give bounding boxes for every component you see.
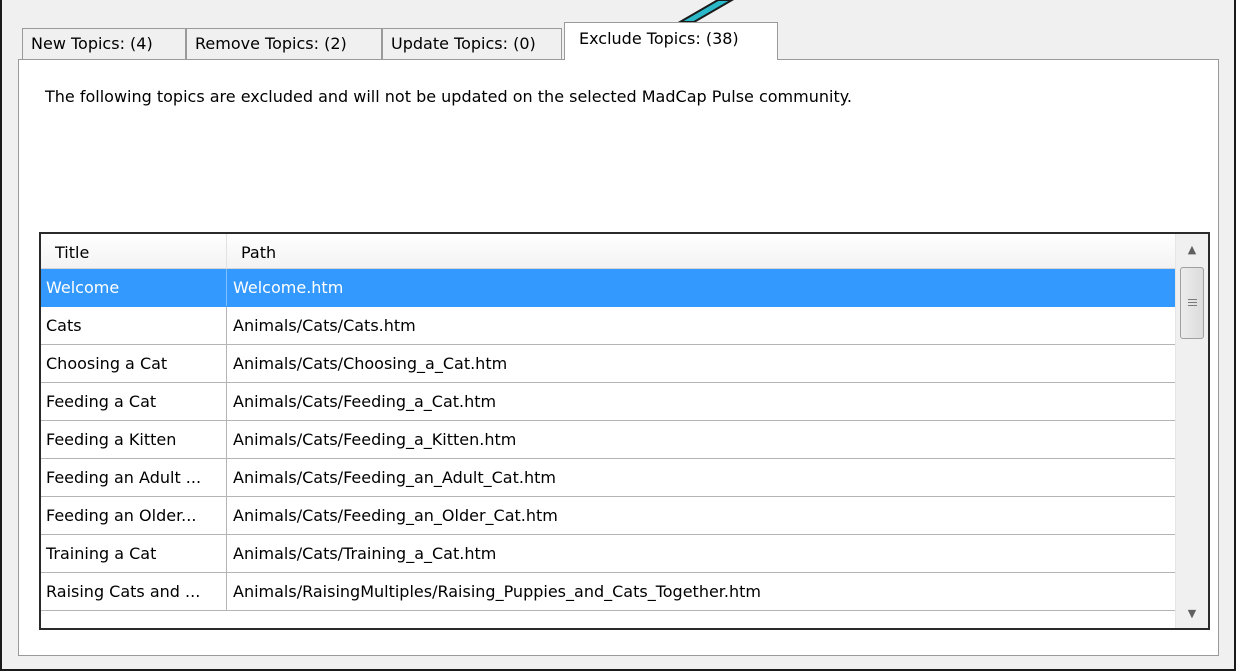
table-row[interactable]: Feeding an Adult ... Animals/Cats/Feedin… [41,459,1175,497]
row-title: Raising Cats and ... [41,573,227,610]
table-row[interactable]: Training a Cat Animals/Cats/Training_a_C… [41,535,1175,573]
table-row[interactable]: Feeding a Cat Animals/Cats/Feeding_a_Cat… [41,383,1175,421]
table-row[interactable]: Welcome Welcome.htm [41,269,1175,307]
row-path: Animals/Cats/Feeding_an_Adult_Cat.htm [233,468,556,487]
tab-remove-topics[interactable]: Remove Topics: (2) [186,28,382,59]
row-title: Training a Cat [41,535,227,572]
topics-list[interactable]: Title Path Welcome Welcome.htm Cats Anim… [39,232,1210,630]
list-header: Title Path [41,234,1175,269]
table-row[interactable]: Feeding a Kitten Animals/Cats/Feeding_a_… [41,421,1175,459]
column-header-path[interactable]: Path [227,234,1175,268]
vertical-scrollbar[interactable]: ▲ ▼ [1175,234,1208,628]
grip-icon [1187,299,1197,307]
row-path: Animals/Cats/Choosing_a_Cat.htm [233,354,508,373]
tab-new-topics[interactable]: New Topics: (4) [22,28,186,59]
table-row[interactable]: Raising Cats and ... Animals/RaisingMult… [41,573,1175,611]
column-header-title[interactable]: Title [41,234,227,268]
row-title: Welcome [41,269,227,306]
scrollbar-thumb[interactable] [1180,267,1204,339]
scroll-up-arrow-icon[interactable]: ▲ [1176,234,1208,264]
row-title: Feeding a Cat [41,383,227,420]
row-path: Animals/Cats/Feeding_a_Kitten.htm [233,430,517,449]
row-title: Choosing a Cat [41,345,227,382]
row-title: Feeding a Kitten [41,421,227,458]
table-row[interactable]: Choosing a Cat Animals/Cats/Choosing_a_C… [41,345,1175,383]
table-row[interactable]: Feeding an Older... Animals/Cats/Feeding… [41,497,1175,535]
row-title: Feeding an Older... [41,497,227,534]
row-title: Feeding an Adult ... [41,459,227,496]
tab-exclude-topics[interactable]: Exclude Topics: (38) [564,22,778,60]
row-path: Animals/Cats/Feeding_a_Cat.htm [233,392,497,411]
panel-description: The following topics are excluded and wi… [45,87,852,106]
row-path: Animals/RaisingMultiples/Raising_Puppies… [233,582,761,601]
row-path: Animals/Cats/Feeding_an_Older_Cat.htm [233,506,558,525]
row-title: Cats [41,307,227,344]
row-path: Animals/Cats/Cats.htm [233,316,416,335]
row-path: Animals/Cats/Training_a_Cat.htm [233,544,497,563]
scroll-down-arrow-icon[interactable]: ▼ [1176,598,1208,628]
table-row[interactable]: Cats Animals/Cats/Cats.htm [41,307,1175,345]
tab-update-topics[interactable]: Update Topics: (0) [382,28,562,59]
list-rows: Welcome Welcome.htm Cats Animals/Cats/Ca… [41,269,1175,611]
row-path: Welcome.htm [233,278,344,297]
exclude-topics-panel: The following topics are excluded and wi… [18,59,1219,656]
